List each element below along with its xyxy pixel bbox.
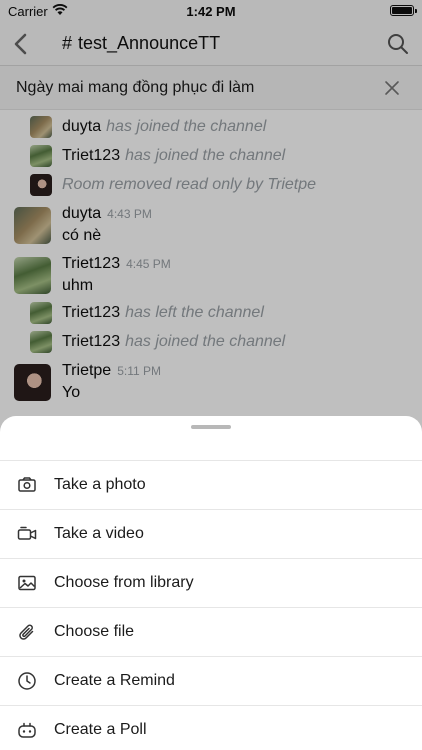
sheet-drag-handle[interactable] bbox=[191, 425, 231, 429]
sheet-item-label: Create a Poll bbox=[54, 721, 147, 738]
take-video-option[interactable]: Take a video bbox=[0, 509, 422, 558]
take-photo-option[interactable]: Take a photo bbox=[0, 460, 422, 509]
poll-icon bbox=[18, 722, 36, 738]
create-poll-option[interactable]: Create a Poll bbox=[0, 705, 422, 750]
attachment-action-sheet: Take a photo Take a video Choose from li… bbox=[0, 416, 422, 750]
sheet-item-label: Take a video bbox=[54, 525, 144, 542]
paperclip-icon bbox=[19, 624, 34, 640]
image-icon bbox=[18, 575, 36, 591]
sheet-item-label: Choose file bbox=[54, 623, 135, 640]
video-camera-icon bbox=[17, 526, 37, 540]
create-remind-option[interactable]: Create a Remind bbox=[0, 656, 422, 705]
choose-file-option[interactable]: Choose file bbox=[0, 607, 422, 656]
camera-icon bbox=[18, 477, 36, 492]
sheet-item-label: Choose from library bbox=[54, 574, 194, 591]
sheet-item-label: Create a Remind bbox=[54, 672, 175, 689]
clock-icon bbox=[18, 672, 36, 690]
sheet-item-label: Take a photo bbox=[54, 476, 146, 493]
choose-from-library-option[interactable]: Choose from library bbox=[0, 558, 422, 607]
